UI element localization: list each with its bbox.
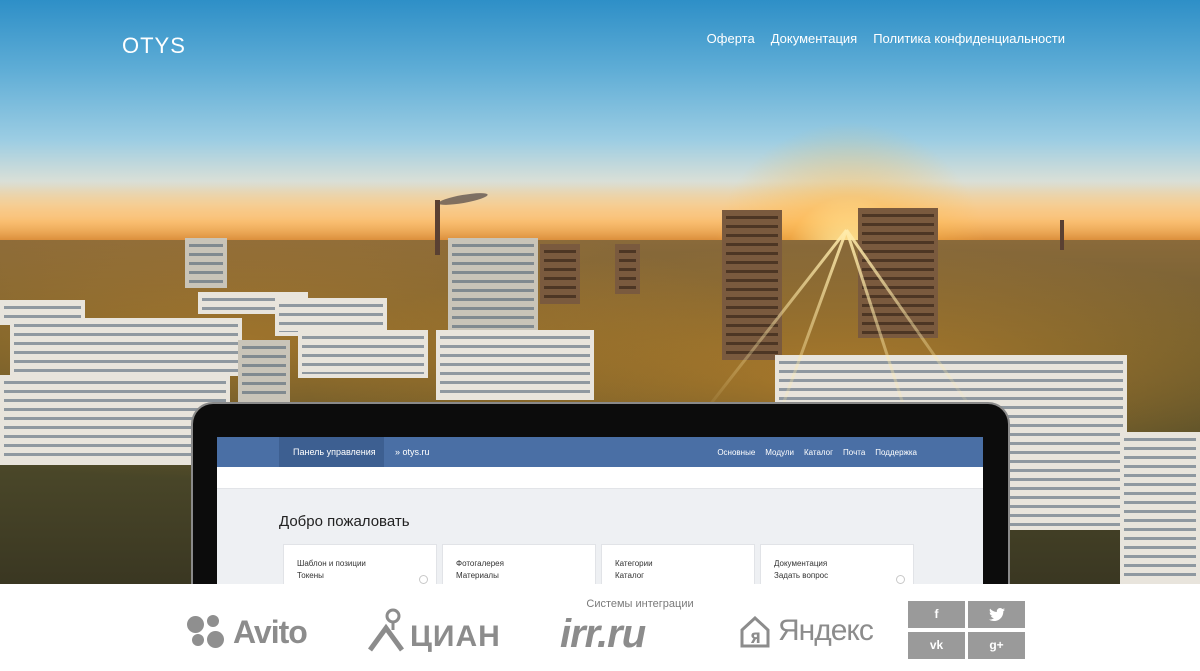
dashboard-card: Фотогалерея Материалы [442,544,596,584]
dashboard-card: Документация Задать вопрос [760,544,914,584]
laptop-screen: Панель управления » otys.ru Основные Мод… [217,437,983,584]
admin-menu-item: Модули [765,447,794,457]
card-line: Шаблон и позиции [297,559,366,568]
card-line: Документация [774,559,828,568]
building [448,238,538,338]
nav-link-offer[interactable]: Оферта [707,31,755,46]
factory-chimney [1060,220,1064,250]
dashboard-card: Шаблон и позиции Токены [283,544,437,584]
avito-dots-icon [192,634,204,646]
avito-dots-icon [207,615,219,627]
building [858,208,938,338]
facebook-button[interactable]: f [908,601,965,628]
factory-chimney [435,200,440,255]
card-line: Фотогалерея [456,559,504,568]
admin-menu-item: Основные [717,447,756,457]
card-line: Задать вопрос [774,571,829,580]
card-line: Материалы [456,571,499,580]
avito-dots-icon [187,616,204,633]
card-icon [896,575,905,584]
nav-link-privacy-policy[interactable]: Политика конфиденциальности [873,31,1065,46]
avito-wordmark: Avito [233,614,308,650]
building [298,330,428,378]
building [722,210,782,360]
svg-text:Я: Я [750,631,761,647]
twitter-icon [988,608,1005,621]
control-panel-label: Панель управления [279,437,384,467]
irr-wordmark: irr.ru [560,612,646,656]
admin-menu-item: Каталог [803,447,834,457]
building [1120,432,1200,584]
admin-menu-item: Поддержка [875,447,917,457]
avito-dots-icon [207,631,224,648]
horizon-haze [0,185,1200,245]
admin-menu: Основные Модули Каталог Почта Поддержка [717,437,917,467]
building [185,238,227,288]
dashboard-card: Категории Каталог [601,544,755,584]
building [436,330,594,400]
brand-logo[interactable]: OTYS [122,33,186,59]
google-plus-icon: g+ [989,638,1004,652]
admin-subbar [217,467,983,489]
vk-button[interactable]: vk [908,632,965,659]
twitter-button[interactable] [968,601,1025,628]
building [615,244,640,294]
google-plus-button[interactable]: g+ [968,632,1025,659]
welcome-title: Добро пожаловать [279,513,410,530]
building [540,244,580,304]
admin-menu-item: Почта [843,447,866,457]
cian-wordmark: ЦИАН [410,620,501,653]
top-navigation: Оферта Документация Политика конфиденциа… [707,31,1065,46]
yandex-house-icon: Я [740,616,770,648]
card-line: Токены [297,571,324,580]
card-line: Категории [615,559,653,568]
yandex-wordmark: Яндекс [778,614,874,647]
building [10,318,242,376]
card-line: Каталог [615,571,645,580]
cian-pin-icon [368,608,404,652]
building [238,340,290,402]
vk-icon: vk [929,638,944,652]
nav-link-documentation[interactable]: Документация [771,31,858,46]
breadcrumb: » otys.ru [395,447,430,457]
card-icon [419,575,428,584]
integrations-label: Системы интеграции [586,598,694,610]
facebook-icon: f [934,607,939,621]
